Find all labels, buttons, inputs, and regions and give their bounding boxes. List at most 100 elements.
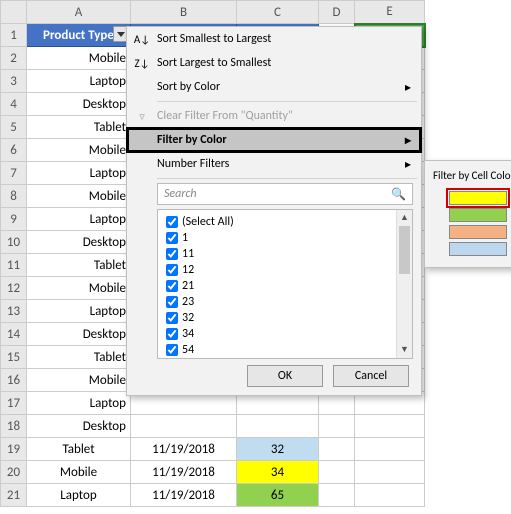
sort-ascending[interactable]: A↓ Sort Smallest to Largest xyxy=(127,27,421,51)
row-header[interactable]: 9 xyxy=(1,208,27,231)
row-header[interactable]: 6 xyxy=(1,139,27,162)
check-item[interactable]: 1 xyxy=(166,230,412,246)
color-swatch-blue[interactable] xyxy=(449,242,507,256)
header-product-type: Product Type xyxy=(27,24,131,47)
row-header[interactable]: 4 xyxy=(1,93,27,116)
row-header[interactable]: 18 xyxy=(1,415,27,438)
check-item[interactable]: 23 xyxy=(166,294,412,310)
row-header[interactable]: 8 xyxy=(1,185,27,208)
row-header[interactable]: 13 xyxy=(1,300,27,323)
row-header[interactable]: 20 xyxy=(1,461,27,484)
check-item[interactable]: 21 xyxy=(166,278,412,294)
cell[interactable]: Mobile xyxy=(27,461,131,484)
row-header[interactable]: 10 xyxy=(1,231,27,254)
cell[interactable]: Laptop xyxy=(27,392,131,415)
col-header-d[interactable]: D xyxy=(319,1,355,24)
color-swatch-orange[interactable] xyxy=(449,225,507,239)
row-header[interactable]: 5 xyxy=(1,116,27,139)
cell[interactable]: Tablet xyxy=(27,438,131,461)
filter-checklist: (Select All) 1 11 12 21 23 32 34 54 55 ▲… xyxy=(157,209,413,359)
col-header-b[interactable]: B xyxy=(131,1,237,24)
col-header-c[interactable]: C xyxy=(237,1,319,24)
scroll-up-icon[interactable]: ▲ xyxy=(397,210,412,226)
menu-label: Clear Filter From "Quantity" xyxy=(157,109,293,123)
cell[interactable]: Laptop xyxy=(27,162,131,185)
ok-button[interactable]: OK xyxy=(247,365,323,387)
submenu-arrow-icon: ▸ xyxy=(405,80,411,95)
header-label: Product Type xyxy=(43,28,114,43)
search-icon: 🔍 xyxy=(391,187,406,202)
menu-label: Sort by Color xyxy=(157,80,220,94)
cell[interactable]: Tablet xyxy=(27,116,131,139)
sort-descending[interactable]: Z↓ Sort Largest to Smallest xyxy=(127,51,421,75)
cell[interactable]: Laptop xyxy=(27,208,131,231)
check-item[interactable]: 55 xyxy=(166,358,412,359)
col-header-a[interactable]: A xyxy=(27,1,131,24)
cell[interactable]: Mobile xyxy=(27,185,131,208)
cell-quantity[interactable]: 32 xyxy=(237,438,319,461)
corner-cell[interactable] xyxy=(1,1,27,24)
row-header[interactable]: 21 xyxy=(1,484,27,507)
filter-by-color[interactable]: Filter by Color ▸ xyxy=(127,128,421,152)
cell[interactable]: Desktop xyxy=(27,415,131,438)
sort-asc-icon: A↓ xyxy=(133,33,151,46)
check-item[interactable]: 54 xyxy=(166,342,412,358)
menu-label: Filter by Color xyxy=(157,133,227,147)
check-item[interactable]: 34 xyxy=(166,326,412,342)
cell[interactable]: Laptop xyxy=(27,484,131,507)
cell[interactable]: 11/19/2018 xyxy=(131,484,237,507)
cell[interactable]: Mobile xyxy=(27,277,131,300)
row-header[interactable]: 11 xyxy=(1,254,27,277)
check-item[interactable]: 12 xyxy=(166,262,412,278)
number-filters[interactable]: Number Filters ▸ xyxy=(127,152,421,176)
row-header[interactable]: 12 xyxy=(1,277,27,300)
separator xyxy=(157,178,417,179)
cell-quantity[interactable]: 65 xyxy=(237,484,319,507)
cell[interactable]: Desktop xyxy=(27,231,131,254)
submenu-arrow-icon: ▸ xyxy=(405,157,411,172)
clear-filter: ▿ Clear Filter From "Quantity" xyxy=(127,104,421,128)
row-header[interactable]: 15 xyxy=(1,346,27,369)
row-header[interactable]: 2 xyxy=(1,47,27,70)
cell[interactable]: Desktop xyxy=(27,93,131,116)
submenu-title: Filter by Cell Color xyxy=(425,165,511,188)
cell[interactable]: Mobile xyxy=(27,369,131,392)
row-header[interactable]: 16 xyxy=(1,369,27,392)
search-placeholder: Search xyxy=(164,187,197,201)
row-header[interactable]: 17 xyxy=(1,392,27,415)
scrollbar[interactable]: ▲ ▼ xyxy=(396,210,412,358)
cell[interactable]: Desktop xyxy=(27,323,131,346)
cell[interactable]: Laptop xyxy=(27,300,131,323)
clear-filter-icon: ▿ xyxy=(133,110,151,123)
color-swatch-green[interactable] xyxy=(449,208,507,222)
check-item[interactable]: 32 xyxy=(166,310,412,326)
row-header[interactable]: 7 xyxy=(1,162,27,185)
cell-quantity[interactable]: 34 xyxy=(237,461,319,484)
row-header[interactable]: 19 xyxy=(1,438,27,461)
col-header-e[interactable]: E xyxy=(355,1,425,24)
cell[interactable]: 11/19/2018 xyxy=(131,438,237,461)
cell[interactable]: Laptop xyxy=(27,70,131,93)
check-item[interactable]: 11 xyxy=(166,246,412,262)
search-input[interactable]: Search 🔍 xyxy=(157,183,413,205)
menu-label: Number Filters xyxy=(157,157,229,171)
cell[interactable]: Mobile xyxy=(27,47,131,70)
separator xyxy=(157,101,417,102)
cell[interactable]: Tablet xyxy=(27,254,131,277)
scroll-down-icon[interactable]: ▼ xyxy=(397,342,412,358)
check-item[interactable]: (Select All) xyxy=(166,214,412,230)
row-header[interactable]: 14 xyxy=(1,323,27,346)
color-swatch-yellow[interactable] xyxy=(449,191,507,205)
sort-by-color[interactable]: Sort by Color ▸ xyxy=(127,75,421,99)
row-header[interactable]: 3 xyxy=(1,70,27,93)
cell[interactable]: Mobile xyxy=(27,139,131,162)
cell[interactable]: Tablet xyxy=(27,346,131,369)
filter-by-color-submenu: Filter by Cell Color xyxy=(424,160,511,268)
filter-menu: A↓ Sort Smallest to Largest Z↓ Sort Larg… xyxy=(126,26,422,396)
scroll-thumb[interactable] xyxy=(399,226,410,274)
cell[interactable]: 11/19/2018 xyxy=(131,461,237,484)
menu-label: Sort Largest to Smallest xyxy=(157,56,271,70)
row-header[interactable]: 1 xyxy=(1,24,27,47)
cancel-button[interactable]: Cancel xyxy=(333,365,409,387)
sort-desc-icon: Z↓ xyxy=(133,57,151,70)
